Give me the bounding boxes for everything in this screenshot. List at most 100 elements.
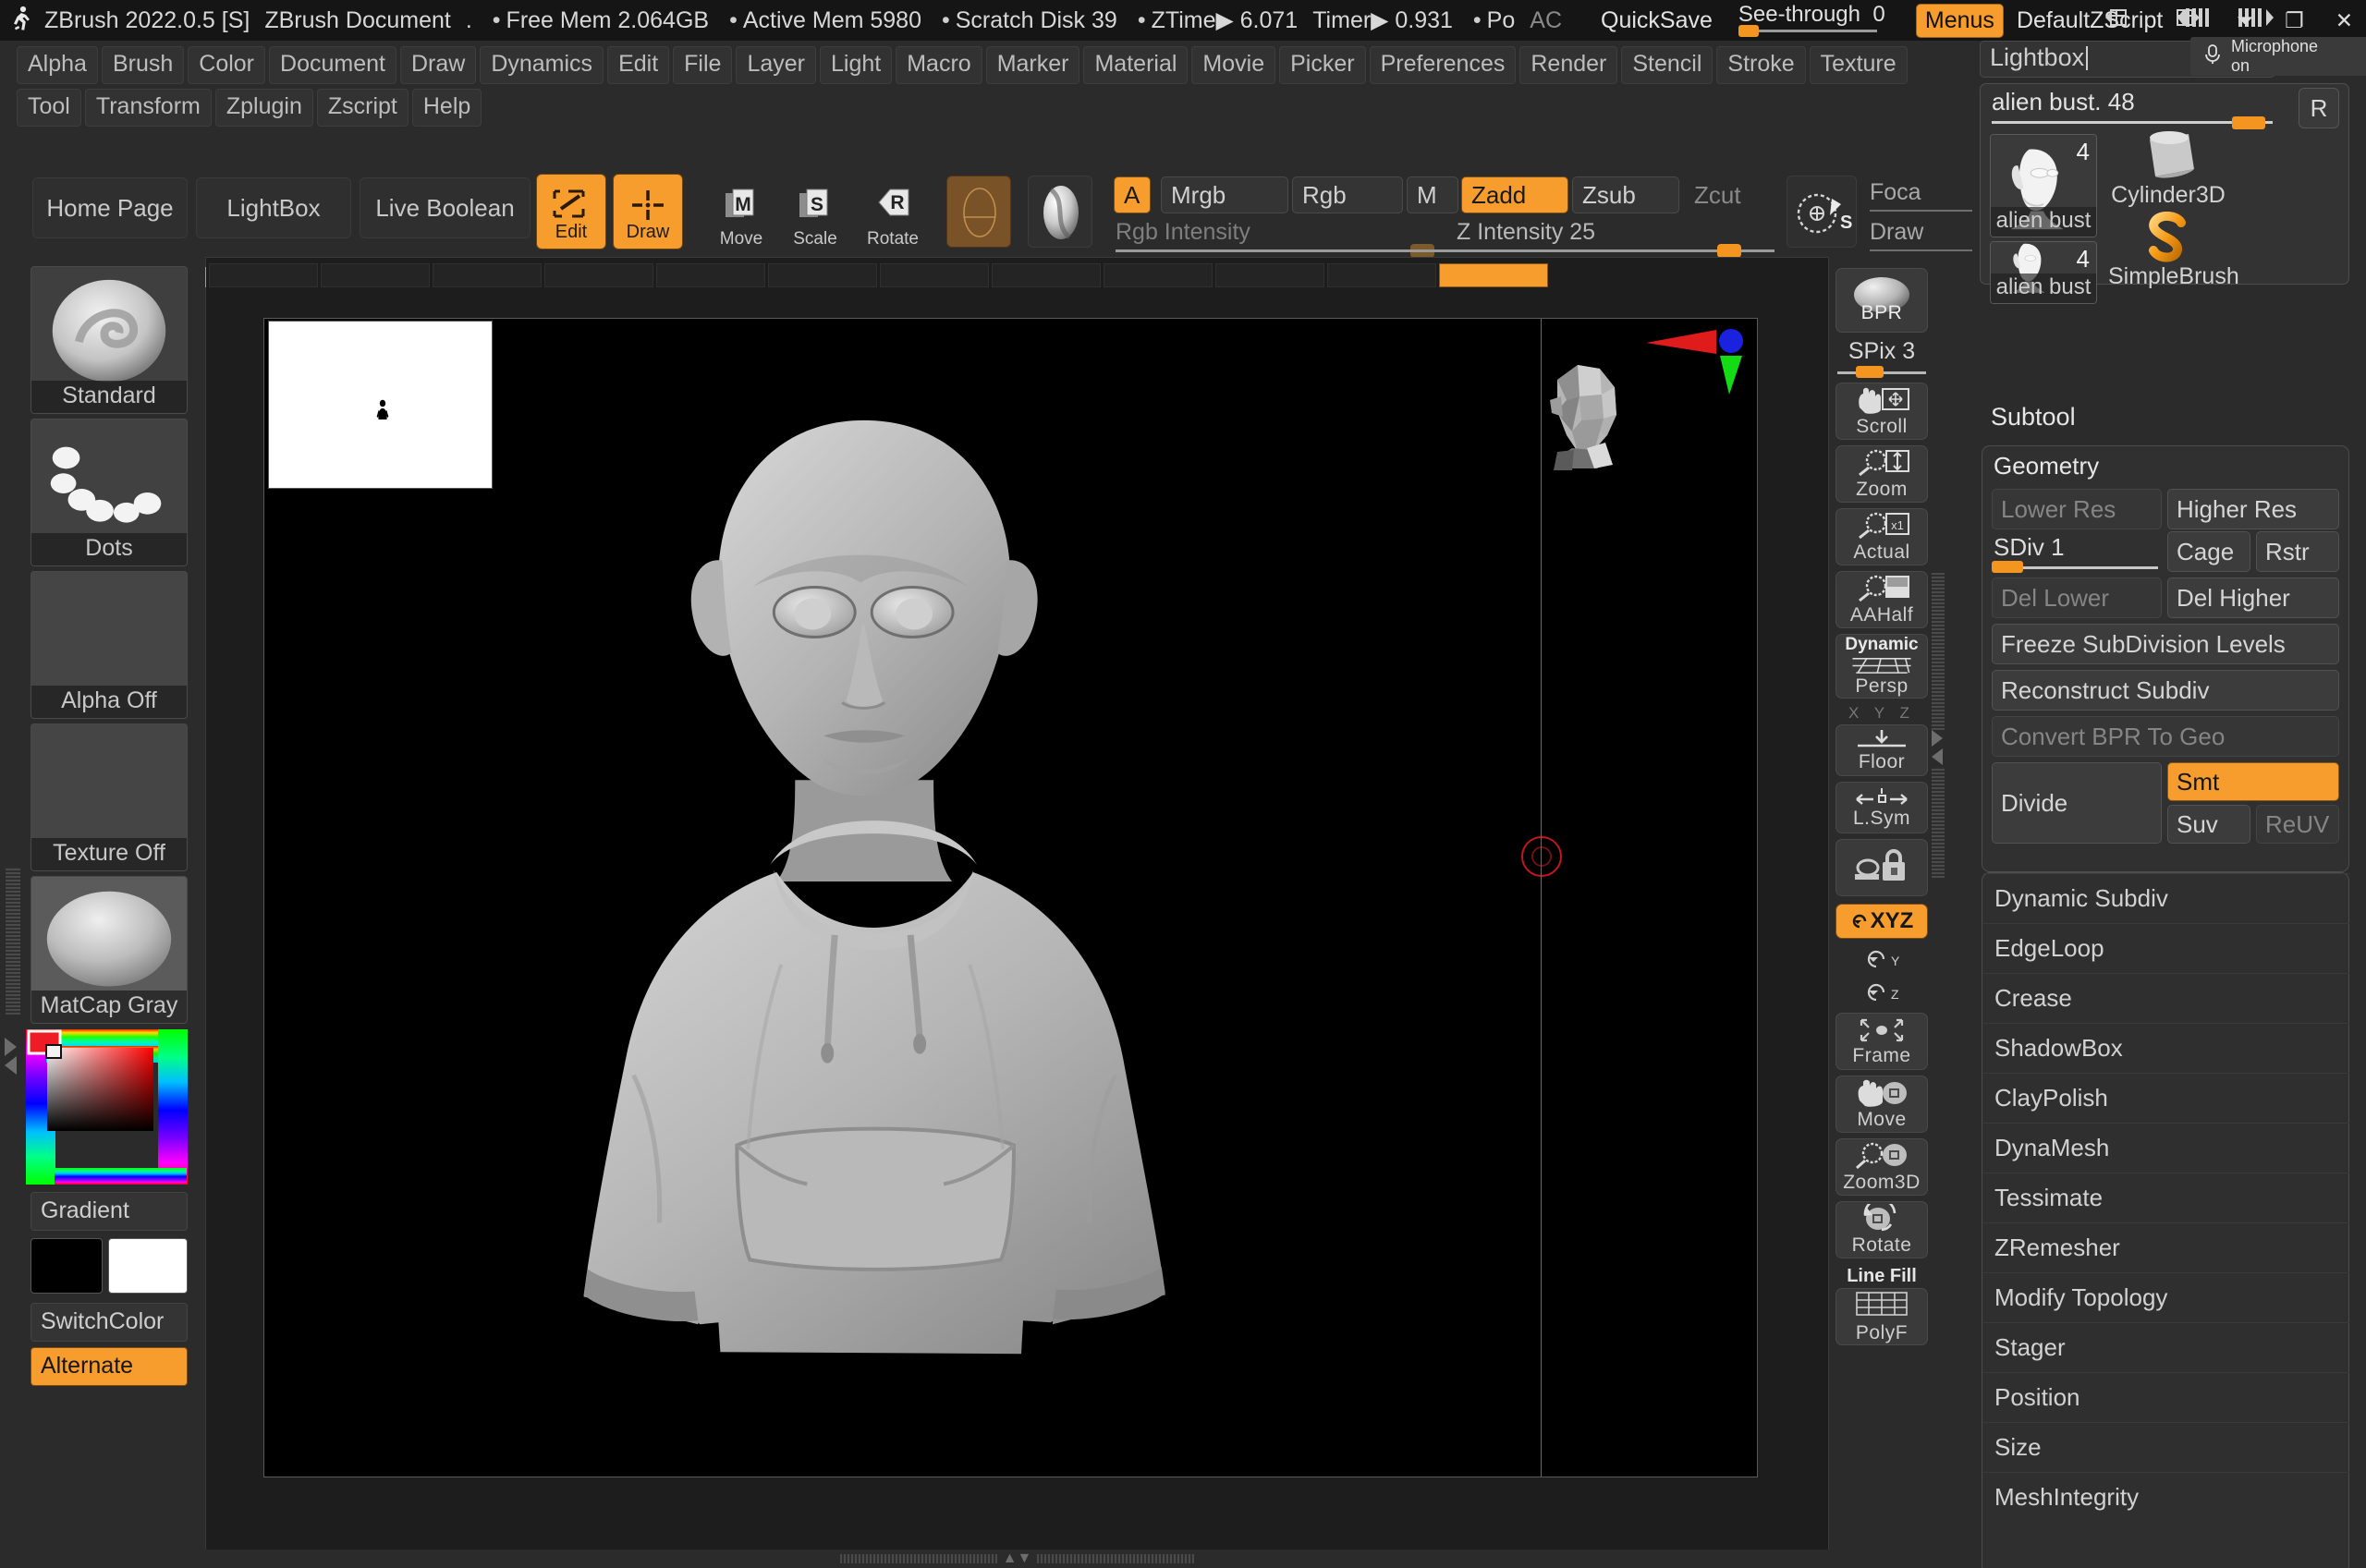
scrollbar-hatch[interactable]	[1037, 1554, 1195, 1563]
docstrip-cell[interactable]	[1327, 263, 1436, 287]
scale-button[interactable]: S Scale	[782, 181, 848, 249]
docstrip-cell[interactable]	[1215, 263, 1324, 287]
material-preview-button[interactable]	[1028, 176, 1092, 248]
convert-bpr-button[interactable]: Convert BPR To Geo	[1992, 716, 2339, 757]
rstr-button[interactable]: Rstr	[2256, 531, 2339, 572]
restore-button[interactable]: ❐	[2285, 8, 2304, 33]
right-toolbar-scrollbar-top[interactable]	[1932, 573, 1945, 730]
menu-item-stroke[interactable]: Stroke	[1716, 46, 1806, 84]
geometry-section-stager[interactable]: Stager	[1983, 1322, 2349, 1372]
rotate-y-button[interactable]: Y	[1835, 944, 1928, 974]
menu-item-brush[interactable]: Brush	[101, 46, 185, 84]
menu-item-light[interactable]: Light	[820, 46, 893, 84]
move-3d-button[interactable]: Move	[1835, 1076, 1928, 1133]
alternate-button[interactable]: Alternate	[30, 1347, 188, 1386]
z-intensity-knob[interactable]	[1717, 244, 1741, 258]
menu-item-material[interactable]: Material	[1083, 46, 1189, 84]
aahalf-button[interactable]: AAHalf	[1835, 571, 1928, 628]
menu-item-zscript[interactable]: Zscript	[316, 89, 409, 127]
geometry-section-claypolish[interactable]: ClayPolish	[1983, 1073, 2349, 1123]
texture-selector[interactable]: Texture Off	[30, 723, 188, 871]
close-button[interactable]: ✕	[2336, 8, 2353, 33]
geometry-section-dynamesh[interactable]: DynaMesh	[1983, 1123, 2349, 1173]
move-button[interactable]: M Move	[708, 181, 774, 249]
document-canvas[interactable]	[263, 318, 1758, 1477]
menu-item-render[interactable]: Render	[1519, 46, 1618, 84]
scroll-button[interactable]: Scroll	[1835, 383, 1928, 440]
del-higher-button[interactable]: Del Higher	[2167, 577, 2339, 618]
tool-cylinder3d[interactable]: Cylinder3D	[2108, 130, 2228, 208]
right-toolbar-expand-right-icon[interactable]	[1932, 730, 1943, 747]
smt-button[interactable]: Smt	[2167, 762, 2339, 801]
floor-button[interactable]: Floor	[1835, 724, 1928, 776]
layout-next-icon[interactable]	[2168, 4, 2205, 37]
material-selector[interactable]: MatCap Gray	[30, 876, 188, 1024]
menu-item-color[interactable]: Color	[188, 46, 266, 84]
geometry-section-modify-topology[interactable]: Modify Topology	[1983, 1272, 2349, 1322]
menu-item-file[interactable]: File	[673, 46, 733, 84]
rotate-button[interactable]: R Rotate	[857, 181, 929, 249]
layout-prev-icon[interactable]	[2100, 4, 2137, 37]
geometry-section-tessimate[interactable]: Tessimate	[1983, 1173, 2349, 1222]
secondary-color-swatch[interactable]	[108, 1238, 188, 1294]
menu-item-help[interactable]: Help	[411, 89, 482, 127]
tool-slider-knob[interactable]	[2232, 116, 2265, 129]
right-toolbar-scrollbar-bottom[interactable]	[1932, 767, 1945, 878]
right-toolbar-expand-left-icon[interactable]	[1932, 748, 1943, 765]
frame-button[interactable]: Frame	[1835, 1013, 1928, 1070]
zcut-button[interactable]: Zcut	[1684, 176, 1776, 213]
reconstruct-subdiv-button[interactable]: Reconstruct Subdiv	[1992, 670, 2339, 711]
menus-button[interactable]: Menus	[1915, 3, 2004, 38]
docstrip-cell[interactable]	[1104, 263, 1213, 287]
home-page-button[interactable]: Home Page	[32, 177, 188, 238]
zadd-button[interactable]: Zadd	[1461, 176, 1568, 213]
draw-size-button[interactable]: S	[1787, 176, 1857, 248]
geometry-section-crease[interactable]: Crease	[1983, 973, 2349, 1023]
canvas-bottom-scrollbar[interactable]: ▲▼	[205, 1550, 1829, 1568]
rgb-button[interactable]: Rgb	[1292, 176, 1403, 213]
tool-r-button[interactable]: R	[2299, 88, 2339, 128]
menu-item-transform[interactable]: Transform	[84, 89, 212, 127]
menu-item-picker[interactable]: Picker	[1279, 46, 1366, 84]
quicksave-button[interactable]: QuickSave	[1601, 7, 1713, 34]
zsub-button[interactable]: Zsub	[1572, 176, 1679, 213]
floor-axis-toggles[interactable]: X Y Z	[1835, 702, 1928, 724]
docstrip-cell[interactable]	[768, 263, 877, 287]
scrollbar-arrows-icon[interactable]: ▲▼	[1003, 1550, 1032, 1567]
navigation-head-preview[interactable]	[1526, 346, 1655, 485]
switch-color-button[interactable]: SwitchColor	[30, 1303, 188, 1342]
reuv-button[interactable]: ReUV	[2256, 805, 2339, 844]
edit-button[interactable]: Edit	[536, 174, 606, 249]
menu-item-layer[interactable]: Layer	[736, 46, 816, 84]
suv-button[interactable]: Suv	[2167, 805, 2250, 844]
polyframe-button[interactable]: PolyF	[1835, 1288, 1928, 1345]
see-through-track[interactable]	[1739, 30, 1877, 32]
menu-item-dynamics[interactable]: Dynamics	[480, 46, 604, 84]
bpr-button[interactable]: BPR	[1835, 268, 1928, 333]
menu-item-stencil[interactable]: Stencil	[1621, 46, 1714, 84]
tool-slider-track[interactable]	[1992, 121, 2273, 124]
subtool-section-header[interactable]: Subtool	[1991, 403, 2076, 432]
geometry-section-meshintegrity[interactable]: MeshIntegrity	[1983, 1472, 2349, 1522]
draw-button[interactable]: Draw	[613, 174, 683, 249]
alpha-toggle-a[interactable]: A	[1114, 176, 1151, 213]
menu-item-preferences[interactable]: Preferences	[1369, 46, 1517, 84]
left-sidebar-expand-left-icon[interactable]	[5, 1056, 17, 1075]
docstrip-cell[interactable]	[656, 263, 765, 287]
see-through-knob[interactable]	[1738, 25, 1759, 37]
rotate-z-button[interactable]: Z	[1835, 978, 1928, 1007]
higher-res-button[interactable]: Higher Res	[2167, 489, 2339, 529]
menu-item-texture[interactable]: Texture	[1809, 46, 1908, 84]
menu-item-marker[interactable]: Marker	[985, 46, 1080, 84]
docstrip-cell[interactable]	[992, 263, 1101, 287]
geometry-section-size[interactable]: Size	[1983, 1422, 2349, 1472]
canvas-area[interactable]	[205, 257, 1829, 1550]
alpha-selector[interactable]: Alpha Off	[30, 571, 188, 719]
menu-item-document[interactable]: Document	[269, 46, 396, 84]
menu-item-macro[interactable]: Macro	[896, 46, 982, 84]
color-picker[interactable]	[26, 1029, 188, 1185]
menu-item-draw[interactable]: Draw	[399, 46, 477, 84]
menu-item-movie[interactable]: Movie	[1191, 46, 1276, 84]
transp-lock-button[interactable]	[1835, 839, 1928, 896]
brush-selector[interactable]: Standard	[30, 266, 188, 414]
